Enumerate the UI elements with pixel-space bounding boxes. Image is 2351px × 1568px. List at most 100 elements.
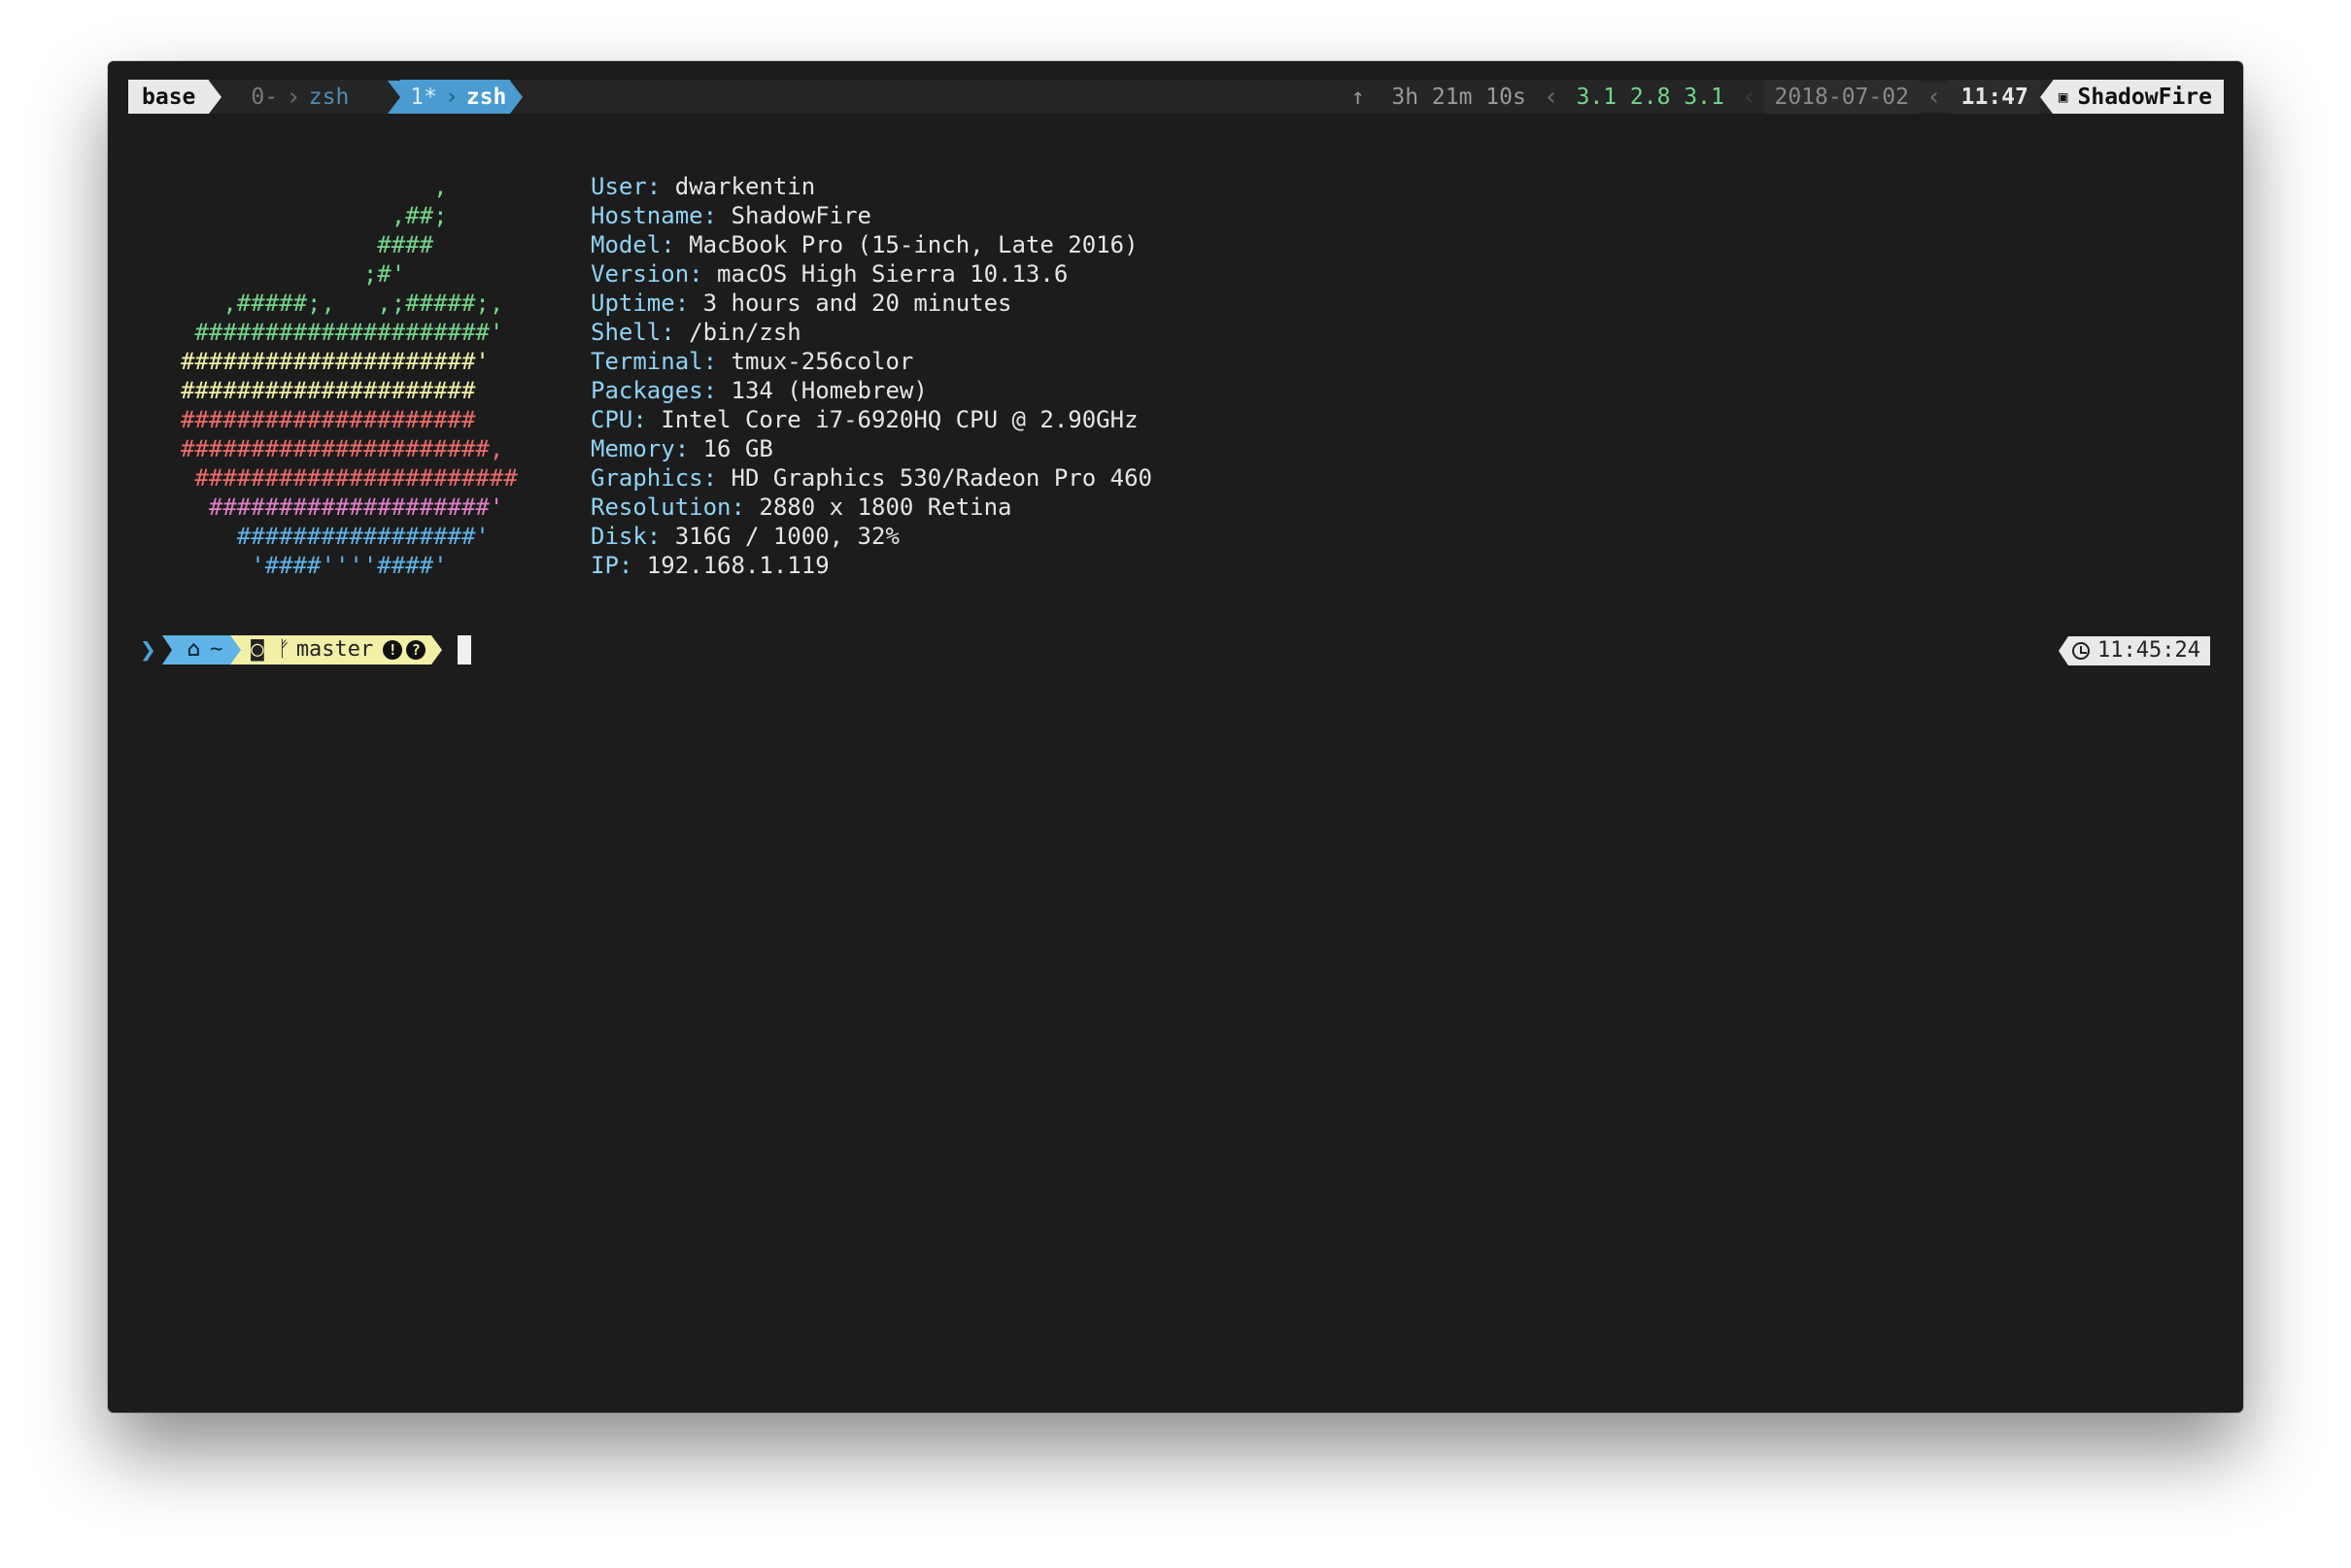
ascii-line: ####################### [181, 464, 518, 492]
info-value: 316G / 1000, 32% [661, 523, 900, 550]
ascii-line: ####################' [181, 494, 504, 521]
chevron-left-icon: ‹ [1918, 82, 1950, 112]
info-value: 134 (Homebrew) [717, 377, 928, 404]
info-row: Terminal: tmux-256color [591, 347, 1152, 376]
directory-segment: ⌂ ~ [171, 635, 231, 665]
hostname-value: ShadowFire [2077, 84, 2212, 110]
info-row: Shell: /bin/zsh [591, 318, 1152, 347]
rprompt-arrow [2059, 636, 2069, 665]
untracked-badge-icon: ? [406, 640, 426, 660]
info-key: Terminal: [591, 348, 718, 375]
ascii-line: ,#####;, ,;#####;, [181, 290, 504, 317]
tmux-window-0[interactable]: 0- › zsh [221, 80, 349, 114]
info-key: Shell: [591, 319, 675, 346]
ascii-line: ;#' [181, 260, 406, 288]
ascii-line: ,##; [181, 202, 448, 229]
host-arrow [2039, 80, 2053, 114]
info-value: HD Graphics 530/Radeon Pro 460 [717, 464, 1152, 492]
info-value: 192.168.1.119 [632, 552, 830, 579]
window-arrow-left [388, 80, 401, 114]
info-key: CPU: [591, 406, 647, 433]
hostname-status: ▣ ShadowFire [2052, 80, 2224, 114]
info-value: tmux-256color [717, 348, 914, 375]
shell-prompt[interactable]: ❯ ⌂ ~ ◙ ᚠ master ! ? [140, 633, 472, 665]
info-row: Packages: 134 (Homebrew) [591, 376, 1152, 405]
uptime-status: ↑ 3h 21m 10s [1351, 83, 1536, 112]
info-row: IP: 192.168.1.119 [591, 551, 1152, 580]
info-key: Version: [591, 260, 703, 288]
info-value: ShadowFire [717, 202, 871, 229]
ascii-line: ##################### [181, 406, 476, 433]
chevron-right-icon: › [445, 84, 459, 110]
lock-icon: ▣ [2058, 86, 2068, 106]
ascii-line: #################' [181, 523, 490, 550]
segment-separator [230, 635, 242, 665]
chevron-left-icon: ‹ [1543, 82, 1559, 112]
github-icon: ◙ [251, 637, 264, 662]
info-key: Model: [591, 231, 675, 258]
ascii-line: , [181, 173, 448, 200]
ascii-line: #### [181, 231, 434, 258]
modified-badge-icon: ! [383, 640, 403, 660]
uptime-value: 3h 21m 10s [1391, 84, 1526, 110]
prompt-chevron-icon: ❯ [140, 633, 156, 665]
status-time: 11:47 [1949, 80, 2040, 114]
info-row: Disk: 316G / 1000, 32% [591, 522, 1152, 551]
terminal-window[interactable]: base 0- › zsh 1* › zsh ↑ 3h 21m 10s ‹ 3.… [108, 61, 2243, 1413]
clock-icon [2072, 642, 2091, 660]
git-segment: ◙ ᚠ master ! ? [241, 635, 432, 665]
ascii-line: ######################, [181, 435, 504, 462]
arrow-up-icon: ↑ [1350, 84, 1365, 110]
info-value: macOS High Sierra 10.13.6 [702, 260, 1069, 288]
home-segment-start [161, 635, 172, 665]
info-row: Uptime: 3 hours and 20 minutes [591, 289, 1152, 318]
tmux-status-bar: base 0- › zsh 1* › zsh ↑ 3h 21m 10s ‹ 3.… [128, 80, 2224, 114]
home-icon: ⌂ [187, 637, 201, 662]
ascii-line: '####''''####' [181, 552, 448, 579]
branch-icon: ᚠ [277, 637, 290, 662]
window-name: zsh [308, 84, 350, 110]
info-key: Resolution: [591, 494, 745, 521]
info-row: Resolution: 2880 x 1800 Retina [591, 493, 1152, 522]
info-key: Disk: [591, 523, 662, 550]
current-directory: ~ [210, 637, 223, 662]
info-row: Version: macOS High Sierra 10.13.6 [591, 259, 1152, 289]
git-segment-end [431, 635, 443, 665]
info-value: Intel Core i7-6920HQ CPU @ 2.90GHz [646, 406, 1139, 433]
info-key: Graphics: [591, 464, 718, 492]
text-cursor[interactable] [458, 635, 472, 665]
window-index: 0- [251, 84, 279, 110]
git-branch: master [295, 637, 374, 662]
chevron-left-icon: ‹ [1741, 82, 1757, 112]
system-info: User: dwarkentin Hostname: ShadowFire Mode… [591, 172, 1152, 580]
rprompt-time: 11:45:24 [2097, 638, 2200, 663]
info-key: Uptime: [591, 290, 690, 317]
right-prompt: 11:45:24 [2059, 636, 2210, 665]
info-row: Hostname: ShadowFire [591, 201, 1152, 230]
info-value: 2880 x 1800 Retina [744, 494, 1012, 521]
info-value: /bin/zsh [674, 319, 801, 346]
session-name[interactable]: base [128, 80, 210, 114]
status-date: 2018-07-02 [1764, 80, 1919, 114]
info-key: Packages: [591, 377, 718, 404]
session-arrow [209, 80, 222, 114]
info-value: 16 GB [689, 435, 773, 462]
window-name: zsh [465, 84, 507, 110]
chevron-right-icon: › [286, 82, 301, 112]
ascii-line: #####################' [181, 348, 490, 375]
window-arrow-right [510, 80, 524, 114]
info-row: User: dwarkentin [591, 172, 1152, 201]
info-key: Memory: [591, 435, 690, 462]
ascii-line: ##################### [181, 377, 476, 404]
info-value: MacBook Pro (15-inch, Late 2016) [674, 231, 1139, 258]
ascii-line: #####################' [181, 319, 504, 346]
info-row: Model: MacBook Pro (15-inch, Late 2016) [591, 230, 1152, 259]
info-key: Hostname: [591, 202, 718, 229]
tmux-window-1[interactable]: 1* › zsh [388, 80, 524, 114]
info-key: User: [591, 173, 662, 200]
apple-ascii-logo: , ,##; #### ;#' ,#####;, ,;#####;, #####… [181, 172, 518, 580]
info-row: CPU: Intel Core i7-6920HQ CPU @ 2.90GHz [591, 405, 1152, 434]
info-value: dwarkentin [661, 173, 816, 200]
window-index: 1* [410, 84, 437, 110]
info-value: 3 hours and 20 minutes [689, 290, 1012, 317]
